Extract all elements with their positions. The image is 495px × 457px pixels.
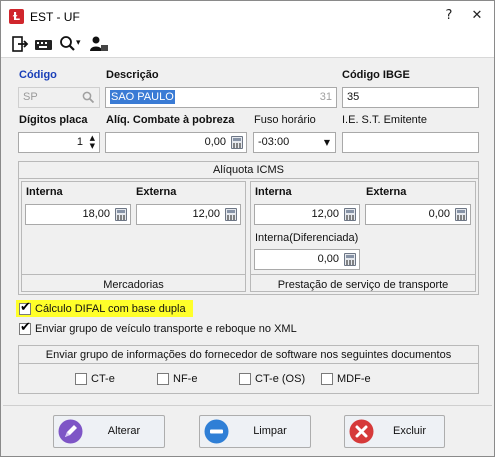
transporte-interna-field[interactable]: 12,00: [254, 204, 360, 225]
software-group-title: Enviar grupo de informações do fornecedo…: [45, 349, 452, 361]
aliq-combate-label: Alíq. Combate à pobreza: [106, 114, 235, 126]
transporte-interna-value: 12,00: [311, 208, 339, 220]
descricao-field[interactable]: SAO PAULO 31: [105, 87, 337, 108]
codigo-label: Código: [19, 69, 57, 81]
nfe-checkbox[interactable]: [157, 373, 169, 385]
cte-label[interactable]: CT-e: [91, 373, 115, 385]
difal-dupla-checkbox[interactable]: [19, 300, 31, 315]
aliquota-icms-title: Alíquota ICMS: [213, 164, 284, 176]
spinner-arrows-icon[interactable]: ▲ ▼: [90, 134, 95, 150]
close-button[interactable]: ✕: [464, 6, 490, 26]
cte-os-label[interactable]: CT-e (OS): [255, 373, 305, 385]
uf-window: Ɫ EST - UF ? ✕ ▾ Código Descrição Código…: [0, 0, 495, 457]
title-bar: Ɫ EST - UF ? ✕: [1, 1, 494, 31]
mercadorias-interna-label: Interna: [26, 186, 63, 198]
cte-checkbox[interactable]: [75, 373, 87, 385]
descricao-value: SAO PAULO: [110, 90, 175, 104]
codigo-value: SP: [23, 91, 38, 103]
mdfe-label[interactable]: MDF-e: [337, 373, 371, 385]
difal-dupla-label[interactable]: Cálculo DIFAL com base dupla: [35, 303, 186, 315]
aliq-combate-field[interactable]: 0,00: [105, 132, 247, 153]
search-dropdown-arrow-icon[interactable]: ▾: [76, 37, 81, 55]
mercadorias-externa-label: Externa: [136, 186, 177, 198]
calculator-icon[interactable]: [115, 208, 127, 221]
divider: [18, 178, 479, 179]
footer-divider: [3, 405, 492, 406]
transporte-interna-label: Interna: [255, 186, 292, 198]
digitos-placa-value: 1: [76, 136, 83, 148]
keyboard-icon[interactable]: [34, 35, 54, 53]
search-icon[interactable]: [59, 35, 76, 53]
excluir-label: Excluir: [392, 425, 426, 437]
edit-icon: [58, 419, 83, 444]
limpar-button[interactable]: Limpar: [199, 415, 311, 448]
mercadorias-interna-field[interactable]: 18,00: [25, 204, 131, 225]
grupo-veiculo-checkbox[interactable]: [19, 320, 31, 335]
fuso-horario-select[interactable]: -03:00 ▼: [253, 132, 336, 153]
chevron-down-icon[interactable]: ▼: [324, 133, 330, 152]
transporte-diferenciada-value: 0,00: [317, 253, 339, 265]
ie-st-emitente-field[interactable]: [342, 132, 479, 153]
mercadorias-externa-field[interactable]: 12,00: [136, 204, 241, 225]
fuso-horario-value: -03:00: [258, 136, 290, 148]
calculator-icon[interactable]: [225, 208, 237, 221]
app-logo-icon: Ɫ: [9, 9, 24, 24]
window-title: EST - UF: [30, 10, 80, 24]
codigo-ibge-label: Código IBGE: [342, 69, 410, 81]
transporte-title: Prestação de serviço de transporte: [277, 279, 449, 291]
fuso-horario-label: Fuso horário: [254, 114, 316, 126]
limpar-label: Limpar: [253, 425, 287, 437]
grupo-veiculo-label[interactable]: Enviar grupo de veículo transporte e reb…: [35, 323, 297, 335]
help-button[interactable]: ?: [436, 6, 462, 26]
divider: [21, 274, 246, 275]
lookup-search-icon[interactable]: [82, 91, 95, 104]
calculator-icon[interactable]: [455, 208, 467, 221]
toolbar: ▾: [1, 31, 494, 58]
calculator-icon[interactable]: [344, 208, 356, 221]
alterar-label: Alterar: [107, 425, 141, 437]
aliq-combate-value: 0,00: [204, 136, 226, 148]
transporte-externa-label: Externa: [366, 186, 407, 198]
divider: [18, 363, 479, 364]
delete-icon: [349, 419, 374, 444]
mdfe-checkbox[interactable]: [321, 373, 333, 385]
ie-st-emitente-label: I.E. S.T. Emitente: [342, 114, 427, 126]
excluir-button[interactable]: Excluir: [344, 415, 445, 448]
divider: [250, 274, 476, 275]
digitos-placa-stepper[interactable]: 1 ▲ ▼: [18, 132, 100, 153]
transporte-diferenciada-field[interactable]: 0,00: [254, 249, 360, 270]
mercadorias-title: Mercadorias: [103, 279, 164, 291]
mercadorias-interna-value: 18,00: [82, 208, 110, 220]
transporte-diferenciada-label: Interna(Diferenciada): [255, 232, 359, 244]
calculator-icon[interactable]: [231, 136, 243, 149]
calculator-icon[interactable]: [344, 253, 356, 266]
digitos-placa-label: Dígitos placa: [19, 114, 88, 126]
cte-os-checkbox[interactable]: [239, 373, 251, 385]
descricao-char-counter: 31: [319, 91, 332, 103]
transporte-externa-value: 0,00: [428, 208, 450, 220]
transporte-externa-field[interactable]: 0,00: [365, 204, 471, 225]
nfe-label[interactable]: NF-e: [173, 373, 197, 385]
mercadorias-externa-value: 12,00: [192, 208, 220, 220]
codigo-ibge-field[interactable]: 35: [342, 87, 479, 108]
codigo-field[interactable]: SP: [18, 87, 100, 108]
descricao-label: Descrição: [106, 69, 159, 81]
user-icon[interactable]: [89, 35, 109, 53]
exit-icon[interactable]: [11, 35, 29, 53]
minus-circle-icon: [204, 419, 229, 444]
alterar-button[interactable]: Alterar: [53, 415, 165, 448]
